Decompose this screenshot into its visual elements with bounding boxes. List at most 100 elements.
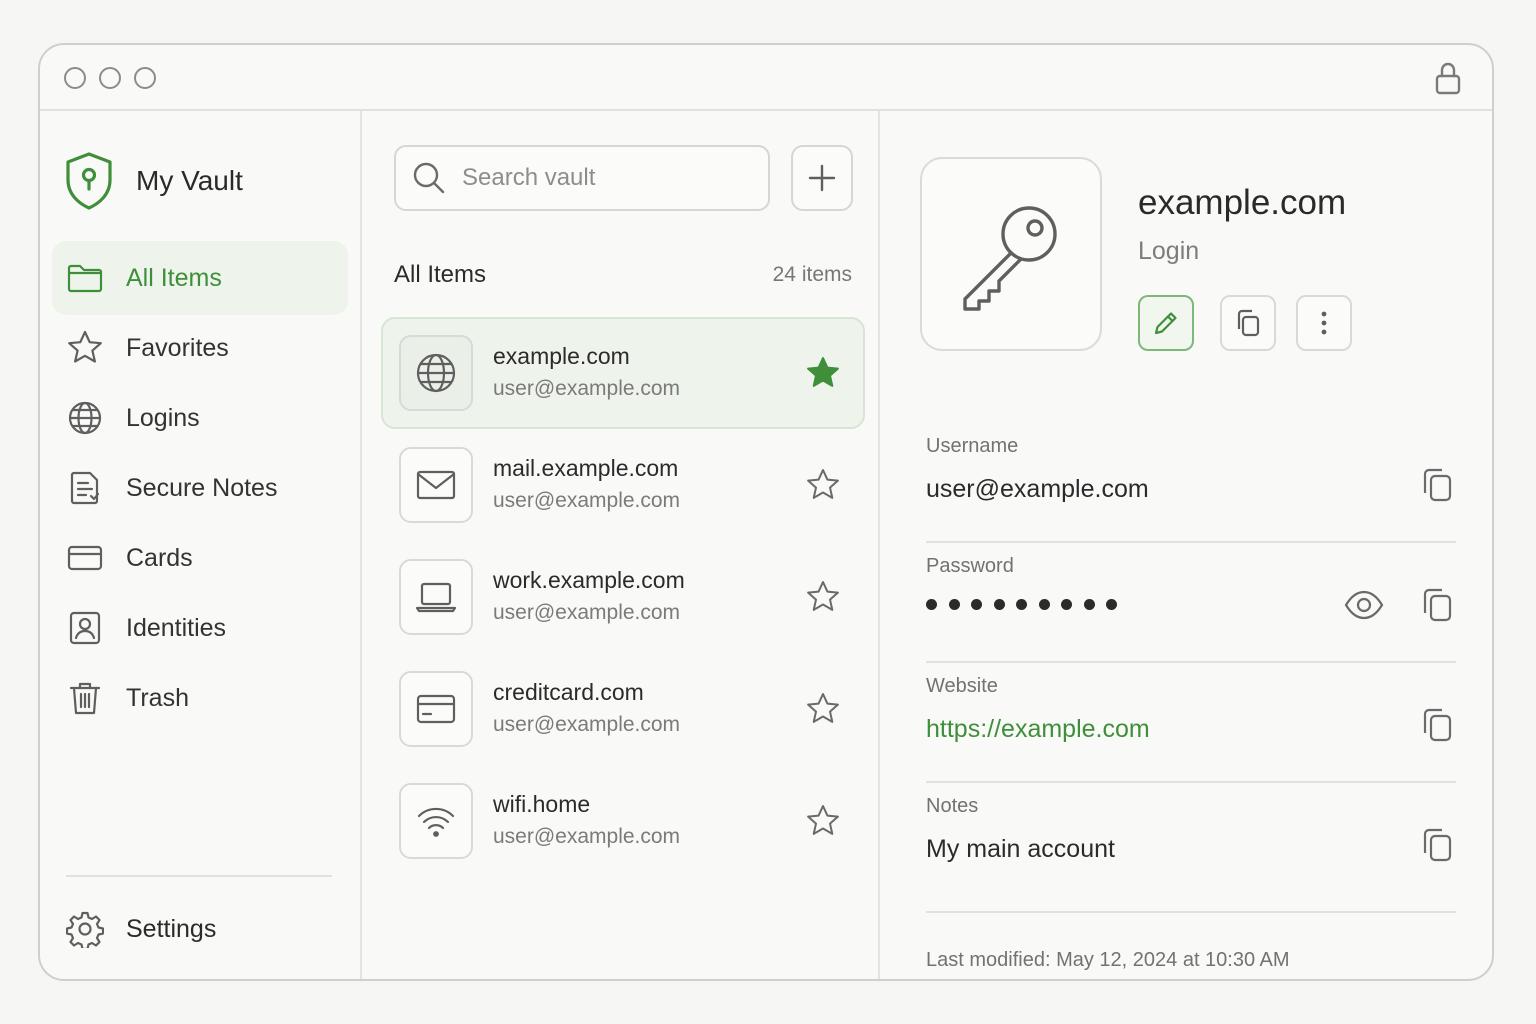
sidebar-item-favorites[interactable]: Favorites (52, 311, 348, 385)
star-icon[interactable] (805, 803, 841, 839)
plus-icon (808, 164, 836, 192)
trash-icon (69, 682, 101, 715)
password-dot (1016, 599, 1027, 610)
password-dot (1038, 599, 1050, 610)
item-detail-pane: example.com Login Username user@example.… (882, 111, 1492, 979)
add-item-button[interactable] (791, 145, 853, 211)
settings-label: Settings (126, 914, 217, 943)
note-icon (70, 471, 100, 505)
item-username: user@example.com (493, 601, 681, 624)
star-icon[interactable] (805, 579, 841, 615)
wifi-icon (417, 807, 455, 837)
sidebar-item-label: All Items (126, 263, 222, 292)
eye-icon[interactable] (1344, 587, 1384, 623)
last-modified: Last modified: May 12, 2024 at 10:30 AM (926, 949, 1290, 971)
card-icon (416, 694, 456, 724)
item-icon-box (399, 559, 473, 635)
sidebar-item-identities[interactable]: Identities (52, 591, 348, 665)
key-icon (963, 206, 1057, 311)
pencil-icon (1154, 312, 1177, 335)
window-close-button[interactable] (64, 67, 86, 89)
list-item[interactable]: work.example.com user@example.com (381, 541, 865, 653)
list-header: All Items 24 items (394, 261, 852, 289)
list-item[interactable]: example.com user@example.com (381, 317, 865, 429)
item-list: example.com user@example.com mail.exampl… (381, 317, 865, 877)
password-dot (971, 599, 982, 610)
window-maximize-button[interactable] (134, 67, 156, 89)
sidebar-item-label: Cards (126, 543, 193, 572)
star-icon[interactable] (805, 691, 841, 727)
sidebar-item-label: Identities (126, 613, 227, 642)
password-label: Password (926, 555, 1014, 577)
item-name: wifi.home (493, 791, 591, 817)
website-label: Website (926, 675, 998, 697)
password-dot (926, 599, 937, 610)
sidebar-item-logins[interactable]: Logins (52, 381, 348, 455)
username-label: Username (926, 435, 1019, 457)
item-username: user@example.com (493, 713, 681, 736)
website-field: Website https://example.com (926, 663, 1456, 783)
lock-icon[interactable] (1434, 61, 1462, 95)
title-bar (40, 45, 1492, 111)
mail-icon (416, 470, 456, 500)
search-box[interactable] (394, 145, 770, 211)
copy-icon[interactable] (1420, 467, 1454, 503)
password-dot (948, 599, 960, 610)
list-item[interactable]: mail.example.com user@example.com (381, 429, 865, 541)
folder-icon (67, 264, 103, 293)
item-icon-box (399, 335, 473, 411)
item-name: creditcard.com (493, 679, 644, 705)
item-username: user@example.com (493, 489, 681, 512)
item-name: mail.example.com (493, 455, 679, 481)
globe-icon (416, 353, 456, 393)
item-list-pane: All Items 24 items example.com user@exam… (364, 111, 880, 979)
password-dot (993, 599, 1005, 610)
item-username: user@example.com (493, 825, 681, 848)
sidebar-item-trash[interactable]: Trash (52, 661, 348, 735)
password-dot (1106, 599, 1117, 610)
copy-icon[interactable] (1420, 587, 1454, 623)
more-vertical-icon (1321, 311, 1327, 335)
password-field: Password (926, 543, 1456, 663)
list-title: All Items (394, 261, 487, 288)
username-field: Username user@example.com (926, 423, 1456, 543)
username-value[interactable]: user@example.com (926, 475, 1149, 504)
laptop-icon (415, 582, 457, 613)
password-dot (1061, 599, 1072, 610)
star-icon[interactable] (805, 467, 841, 503)
star-filled-icon[interactable] (805, 355, 841, 391)
window-minimize-button[interactable] (99, 67, 121, 89)
item-icon-box (399, 671, 473, 747)
copy-icon[interactable] (1420, 827, 1454, 863)
identity-icon (69, 611, 101, 645)
sidebar: My Vault All Items Favorites Logins Secu… (40, 111, 362, 979)
item-username: user@example.com (493, 377, 681, 400)
edit-button[interactable] (1138, 295, 1194, 351)
notes-value: My main account (926, 835, 1115, 863)
vault-name: My Vault (136, 165, 243, 196)
item-name: work.example.com (493, 567, 685, 593)
website-link[interactable]: https://example.com (926, 715, 1150, 744)
sidebar-item-label: Secure Notes (126, 473, 278, 502)
shield-icon (66, 152, 112, 210)
sidebar-item-cards[interactable]: Cards (52, 521, 348, 595)
list-item[interactable]: wifi.home user@example.com (381, 765, 865, 877)
sidebar-item-label: Logins (126, 403, 200, 432)
password-masked-value[interactable] (926, 599, 1129, 610)
sidebar-item-all-items[interactable]: All Items (52, 241, 348, 315)
password-dot (1083, 599, 1095, 610)
notes-label: Notes (926, 795, 979, 817)
globe-icon (68, 401, 102, 435)
notes-field: Notes My main account (926, 783, 1456, 913)
more-options-button[interactable] (1296, 295, 1352, 351)
sidebar-item-label: Favorites (126, 333, 229, 362)
duplicate-button[interactable] (1220, 295, 1276, 351)
star-icon (68, 330, 102, 363)
sidebar-item-secure-notes[interactable]: Secure Notes (52, 451, 348, 525)
copy-icon[interactable] (1420, 707, 1454, 743)
brand: My Vault (64, 151, 243, 211)
search-input[interactable] (462, 164, 752, 192)
list-item[interactable]: creditcard.com user@example.com (381, 653, 865, 765)
copy-icon (1237, 309, 1260, 337)
sidebar-item-settings[interactable]: Settings (66, 907, 216, 951)
